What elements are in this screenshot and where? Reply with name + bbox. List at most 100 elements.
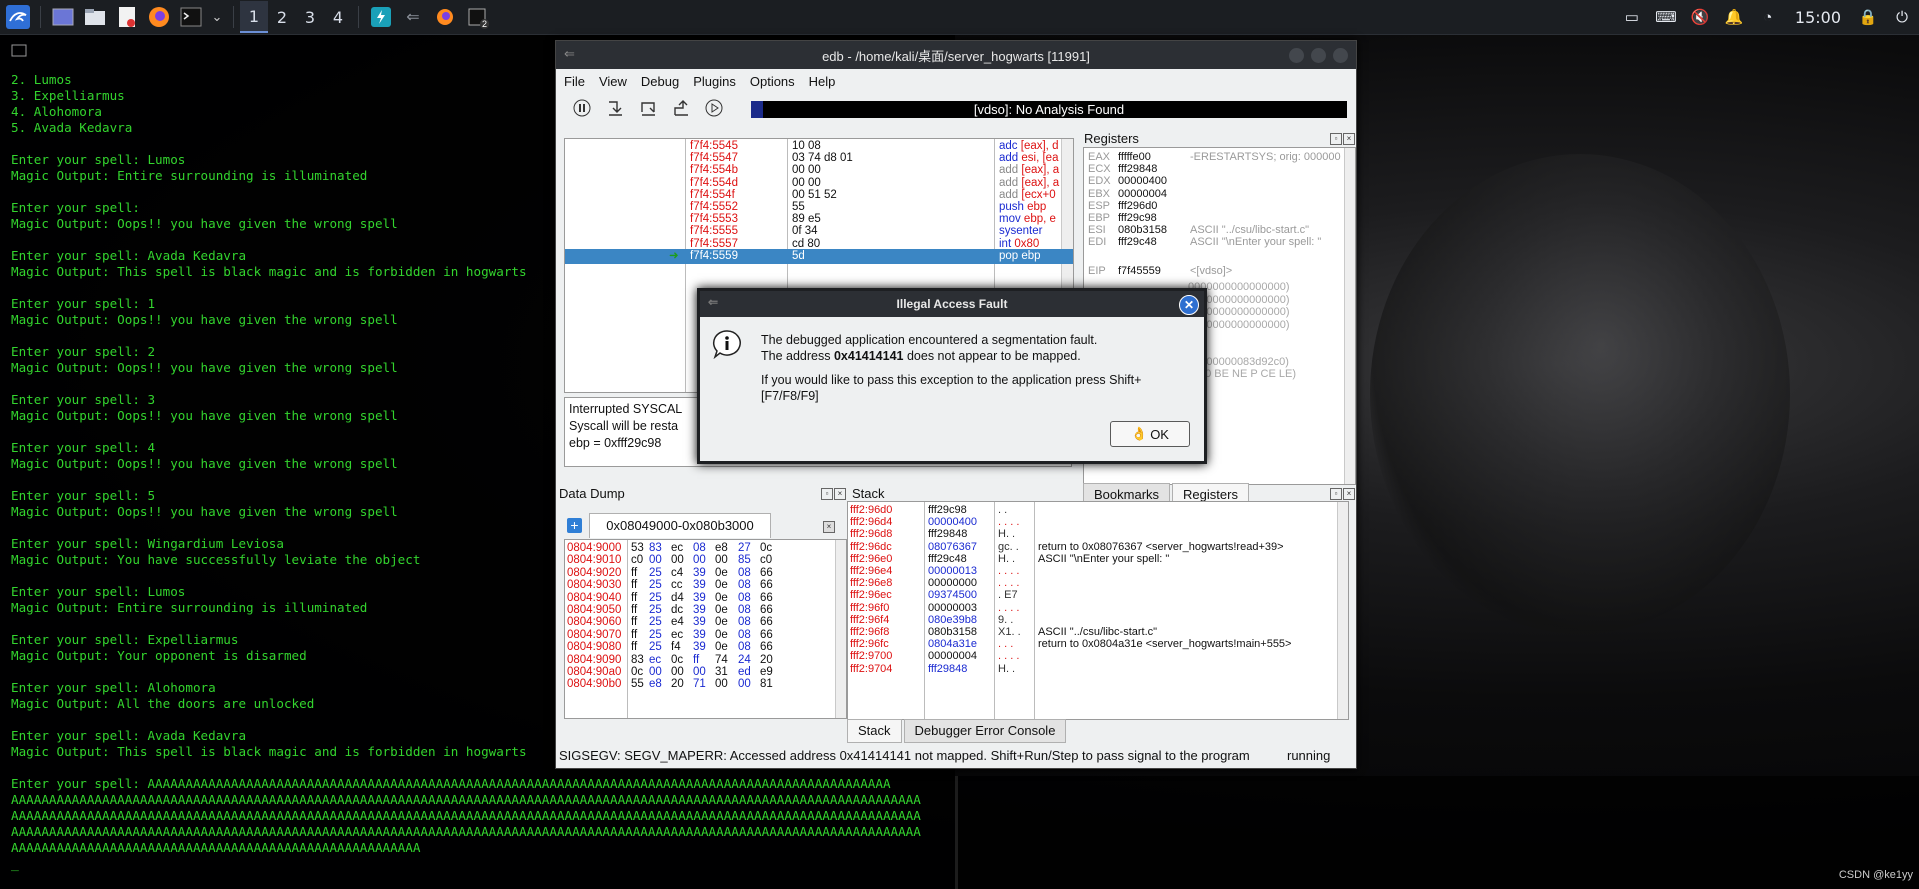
- menu-options[interactable]: Options: [750, 74, 795, 89]
- dump-byte: 81: [760, 678, 773, 691]
- workspace-4[interactable]: 4: [324, 2, 352, 32]
- register-extra: AF 0 BE NE P CE LE): [1188, 368, 1297, 380]
- dump-byte: 71: [693, 678, 706, 691]
- show-desktop-icon[interactable]: [51, 5, 75, 29]
- disasm-row[interactable]: f7f4:5559 5d pop ebp ➜: [565, 248, 1073, 264]
- disasm-bytes: 5d: [792, 249, 805, 262]
- display-icon[interactable]: ▭: [1621, 6, 1643, 28]
- ok-label: OK: [1150, 426, 1169, 442]
- status-message: SIGSEGV: SEGV_MAPERR: Accessed address 0…: [559, 748, 1250, 763]
- tab-stack[interactable]: Stack: [847, 719, 902, 743]
- float-pane-icon[interactable]: ▫: [821, 488, 833, 500]
- stack-address: fff2:9704: [850, 662, 893, 675]
- clock[interactable]: 15:00: [1795, 8, 1841, 27]
- register-comment: ASCII "\nEnter your spell: ": [1190, 236, 1322, 249]
- dialog-titlebar[interactable]: ⇐ Illegal Access Fault ✕: [700, 291, 1204, 317]
- close-pane-icon[interactable]: ×: [1343, 488, 1355, 500]
- fault-address: 0x41414141: [833, 349, 904, 363]
- terminal-line: AAAAAAAAAAAAAAAAAAAAAAAAAAAAAAAAAAAAAAAA…: [11, 824, 921, 839]
- register-comment: -ERESTARTSYS; orig: 000000: [1190, 151, 1341, 163]
- system-tray: ▭ ⌨ 🔇 🔔 ◔ 15:00 🔒 ⏻: [1615, 0, 1919, 34]
- add-tab-button[interactable]: +: [567, 518, 582, 533]
- text-editor-icon[interactable]: [115, 5, 139, 29]
- bell-icon[interactable]: 🔔: [1723, 6, 1745, 28]
- step-into-icon[interactable]: [605, 98, 625, 118]
- step-over-icon[interactable]: [638, 98, 658, 118]
- stack-view[interactable]: fff2:96d0 fff29c98. . fff2:96d4 00000400. .…: [847, 501, 1349, 720]
- register-extra: 0: [1188, 330, 1355, 345]
- power-icon[interactable]: ⏻: [1891, 6, 1913, 28]
- menu-view[interactable]: View: [599, 74, 627, 89]
- register-row[interactable]: EDI fff29c48 ASCII "\nEnter your spell: ": [1088, 235, 1348, 250]
- info-icon: [712, 330, 741, 359]
- register-comment: <[vdso]>: [1190, 265, 1233, 277]
- terminal-line: AAAAAAAAAAAAAAAAAAAAAAAAAAAAAAAAAAAAAAAA…: [11, 840, 421, 855]
- ok-button[interactable]: 👌 OK: [1110, 421, 1190, 447]
- menu-file[interactable]: File: [564, 74, 585, 89]
- tab-debugger-error-console[interactable]: Debugger Error Console: [903, 719, 1067, 743]
- watermark: CSDN @ke1yy: [1838, 869, 1913, 881]
- stack-title: Stack: [852, 486, 885, 501]
- terminal-line: Enter your spell: AAAAAAAAAAAAAAAAAAAAAA…: [11, 776, 891, 791]
- window-menu-icon[interactable]: ⇐: [564, 46, 575, 62]
- dialog-close-button[interactable]: ✕: [1179, 295, 1199, 315]
- workspace-1[interactable]: 1: [240, 1, 268, 33]
- stack-ascii: H. .: [998, 662, 1016, 675]
- dialog-message: The debugged application encountered a s…: [761, 332, 1191, 404]
- float-pane-icon[interactable]: ▫: [1330, 488, 1342, 500]
- taskbar-separator: [40, 6, 41, 28]
- kali-menu-icon[interactable]: [6, 5, 30, 29]
- workspace-2[interactable]: 2: [268, 2, 296, 32]
- pause-icon[interactable]: [572, 98, 592, 118]
- lock-icon[interactable]: 🔒: [1857, 6, 1879, 28]
- data-dump-view[interactable]: 0804:9000 53 83 ec 08 e8 27 0c 0804:9010 c0 00 00 00…: [564, 539, 847, 719]
- split-divider[interactable]: [955, 776, 958, 889]
- firefox-task-icon[interactable]: [433, 5, 457, 29]
- arrow-task-icon[interactable]: ⇐: [401, 5, 425, 29]
- secondary-terminal[interactable]: [955, 776, 1919, 889]
- stack-tabs: Stack Debugger Error Console: [847, 719, 1068, 743]
- firefox-icon[interactable]: [147, 5, 171, 29]
- file-manager-icon[interactable]: [83, 5, 107, 29]
- maximize-button[interactable]: [1311, 48, 1326, 63]
- stack-scrollbar[interactable]: [1337, 502, 1348, 719]
- keyboard-icon[interactable]: ⌨: [1655, 6, 1677, 28]
- clock-icon: ◔: [1763, 8, 1773, 26]
- close-pane-icon[interactable]: ×: [1343, 133, 1355, 145]
- edb-task-icon[interactable]: [369, 5, 393, 29]
- minimize-button[interactable]: [1289, 48, 1304, 63]
- dump-byte: 00: [738, 678, 751, 691]
- registers-title: Registers: [1084, 131, 1139, 146]
- terminal-window-icon: [11, 44, 27, 57]
- menu-help[interactable]: Help: [809, 74, 836, 89]
- terminal-line: AAAAAAAAAAAAAAAAAAAAAAAAAAAAAAAAAAAAAAAA…: [11, 792, 921, 807]
- terminal-task-icon[interactable]: 2: [465, 5, 489, 29]
- mute-icon[interactable]: 🔇: [1689, 6, 1711, 28]
- wallpaper-shape: [1370, 154, 1790, 634]
- edb-titlebar[interactable]: ⇐ edb - /home/kali/桌面/server_hogwarts [1…: [556, 41, 1356, 69]
- close-button[interactable]: [1333, 48, 1348, 63]
- register-value: fff29c48: [1118, 236, 1157, 249]
- analysis-status: [vdso]: No Analysis Found: [973, 102, 1125, 117]
- chevron-down-icon[interactable]: ⌄: [211, 5, 223, 29]
- float-pane-icon[interactable]: ▫: [1330, 133, 1342, 145]
- menu-debug[interactable]: Debug: [641, 74, 679, 89]
- dialog-line-2-pre: The address: [761, 349, 834, 363]
- run-icon[interactable]: [704, 98, 724, 118]
- workspace-3[interactable]: 3: [296, 2, 324, 32]
- check-icon: 👌: [1131, 426, 1148, 441]
- data-dump-row[interactable]: 0804:90b0 55 e8 20 71 00 00 81: [565, 677, 846, 692]
- terminal-cursor: _: [11, 857, 19, 872]
- data-dump-tab[interactable]: 0x08049000-0x080b3000: [589, 513, 771, 538]
- dialog-menu-icon[interactable]: ⇐: [708, 295, 718, 309]
- illegal-access-dialog[interactable]: ⇐ Illegal Access Fault ✕ The debugged ap…: [697, 288, 1207, 464]
- close-pane-icon[interactable]: ×: [834, 488, 846, 500]
- register-row-eip[interactable]: EIP f7f45559 <[vdso]>: [1088, 264, 1348, 279]
- terminal-icon[interactable]: [179, 5, 203, 29]
- close-tab-icon[interactable]: ×: [823, 521, 835, 533]
- step-out-icon[interactable]: [671, 98, 691, 118]
- dialog-line-1: The debugged application encountered a s…: [761, 333, 1098, 347]
- menu-plugins[interactable]: Plugins: [693, 74, 736, 89]
- disasm-instruction: pop ebp: [999, 249, 1041, 262]
- stack-row[interactable]: fff2:9704 fff29848 H. .: [848, 662, 1338, 677]
